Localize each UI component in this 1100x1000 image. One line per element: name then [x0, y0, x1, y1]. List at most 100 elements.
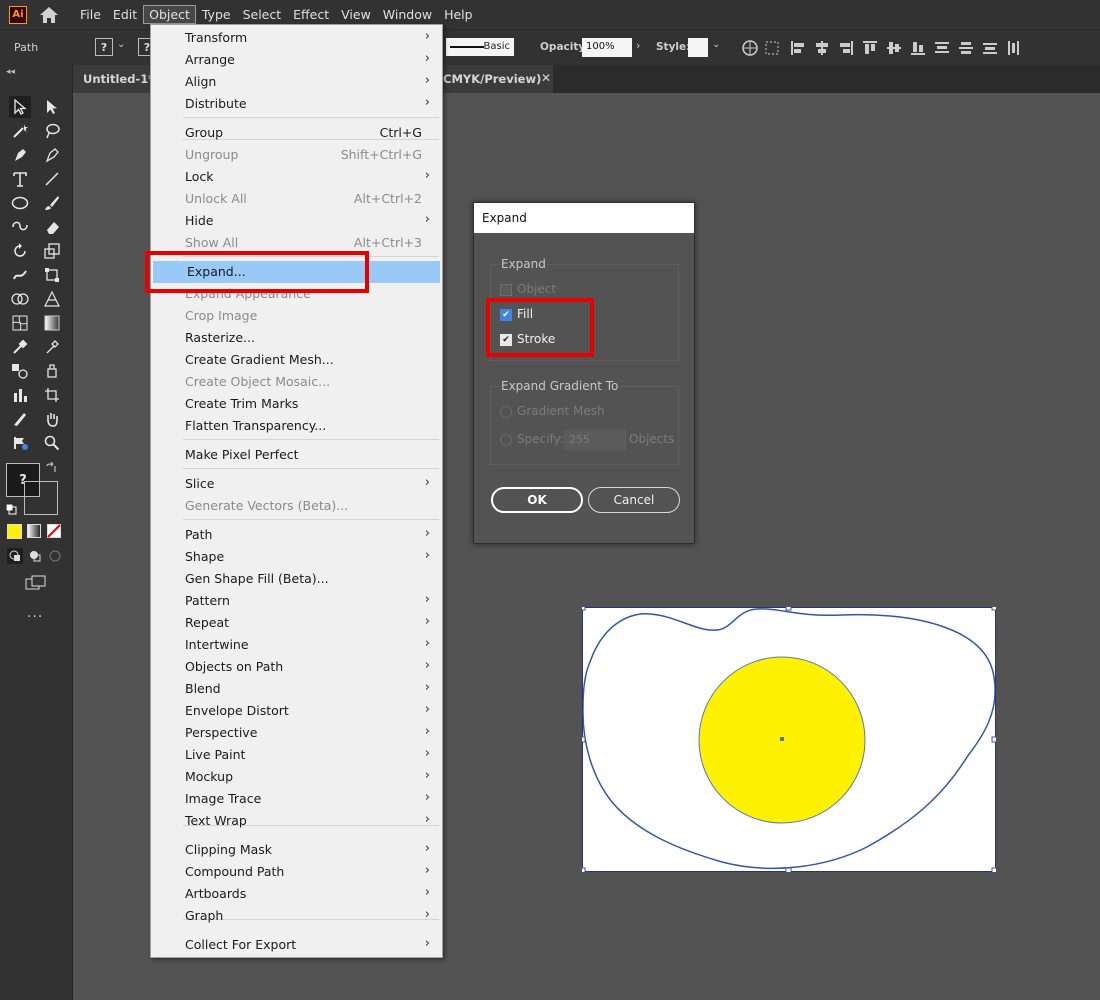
menu-type[interactable]: Type — [196, 5, 237, 24]
close-icon[interactable]: ✕ — [541, 71, 551, 85]
menu-item-compound-path[interactable]: Compound Path › — [151, 861, 442, 883]
menu-item-envelope-distort[interactable]: Envelope Distort › — [151, 700, 442, 722]
menu-file[interactable]: File — [74, 5, 107, 24]
egg-artwork[interactable] — [582, 607, 996, 872]
distribute-left-icon[interactable] — [1004, 38, 1024, 57]
menu-item-make-pixel-perfect[interactable]: Make Pixel Perfect — [151, 444, 442, 466]
menu-item-create-object-mosaic[interactable]: Create Object Mosaic... — [151, 371, 442, 393]
fill-swatch[interactable]: ? — [95, 38, 113, 56]
zoom-tool-icon[interactable] — [41, 432, 63, 454]
align-center-icon[interactable] — [812, 38, 832, 57]
menu-item-ungroup[interactable]: Ungroup Shift+Ctrl+G — [151, 144, 442, 166]
menu-item-create-trim-marks[interactable]: Create Trim Marks — [151, 393, 442, 415]
menu-item-rasterize[interactable]: Rasterize... — [151, 327, 442, 349]
stroke-profile-select[interactable]: Basic — [446, 38, 514, 56]
eyedropper-tool-icon[interactable] — [9, 336, 31, 358]
direct-selection-tool-icon[interactable] — [41, 96, 63, 118]
chevron-down-icon[interactable]: ⌄ — [712, 39, 720, 50]
blend-tool-icon[interactable] — [9, 360, 31, 382]
type-tool-icon[interactable] — [9, 168, 31, 190]
menu-item-group[interactable]: Group Ctrl+G — [151, 122, 442, 144]
menu-select[interactable]: Select — [237, 5, 288, 24]
shape-builder-tool-icon[interactable] — [9, 288, 31, 310]
menu-item-path[interactable]: Path › — [151, 524, 442, 546]
stroke-indicator[interactable] — [24, 481, 58, 515]
selection-handle[interactable] — [582, 867, 586, 872]
menu-object[interactable]: Object — [143, 5, 196, 24]
menu-item-create-gradient-mesh[interactable]: Create Gradient Mesh... — [151, 349, 442, 371]
slice-tool-icon[interactable] — [9, 408, 31, 430]
align-to-icon[interactable] — [764, 38, 784, 57]
more-tools-icon[interactable]: ... — [27, 605, 43, 621]
artboard-tool-icon[interactable] — [41, 384, 63, 406]
specify-radio[interactable] — [500, 434, 512, 446]
curvature-tool-icon[interactable] — [41, 144, 63, 166]
align-left-icon[interactable] — [788, 38, 808, 57]
menu-help[interactable]: Help — [438, 5, 479, 24]
illustrator-logo[interactable]: Ai — [9, 5, 27, 24]
selection-handle[interactable] — [582, 736, 586, 743]
menu-edit[interactable]: Edit — [107, 5, 143, 24]
dialog-title-bar[interactable]: Expand — [474, 203, 694, 233]
menu-item-text-wrap[interactable]: Text Wrap › — [151, 810, 442, 832]
free-transform-tool-icon[interactable] — [41, 264, 63, 286]
menu-item-gen-shape-fill-beta[interactable]: Gen Shape Fill (Beta)... — [151, 568, 442, 590]
draw-behind-icon[interactable] — [26, 547, 44, 565]
menu-item-clipping-mask[interactable]: Clipping Mask › — [151, 839, 442, 861]
menu-item-align[interactable]: Align › — [151, 71, 442, 93]
selection-handle[interactable] — [582, 607, 586, 611]
menu-item-transform[interactable]: Transform › — [151, 27, 442, 49]
column-graph-tool-icon[interactable] — [9, 384, 31, 406]
pen-tool-icon[interactable] — [9, 144, 31, 166]
menu-item-unlock-all[interactable]: Unlock All Alt+Ctrl+2 — [151, 188, 442, 210]
home-icon[interactable] — [38, 4, 60, 26]
menu-item-flatten-transparency[interactable]: Flatten Transparency... — [151, 415, 442, 437]
menu-item-graph[interactable]: Graph › — [151, 905, 442, 927]
ok-button[interactable]: OK — [491, 487, 583, 513]
menu-item-live-paint[interactable]: Live Paint › — [151, 744, 442, 766]
shaper-tool-icon[interactable] — [9, 216, 31, 238]
selection-handle[interactable] — [991, 867, 996, 872]
hand-tool-icon[interactable] — [41, 408, 63, 430]
selection-handle[interactable] — [991, 607, 996, 611]
default-colors-icon[interactable] — [4, 502, 18, 516]
selection-handle[interactable] — [991, 736, 996, 743]
warp-tool-icon[interactable] — [9, 264, 31, 286]
menu-view[interactable]: View — [335, 5, 377, 24]
menu-item-hide[interactable]: Hide › — [151, 210, 442, 232]
chevron-right-icon[interactable]: › — [636, 39, 640, 52]
draw-normal-icon[interactable] — [6, 547, 24, 565]
eraser-tool-icon[interactable] — [41, 216, 63, 238]
gradient-tool-icon[interactable] — [41, 312, 63, 334]
distribute-middle-icon[interactable] — [956, 38, 976, 57]
lasso-tool-icon[interactable] — [41, 120, 63, 142]
menu-item-pattern[interactable]: Pattern › — [151, 590, 442, 612]
recolor-icon[interactable] — [740, 38, 760, 57]
chevron-down-icon[interactable]: ⌄ — [117, 39, 125, 50]
menu-item-generate-vectors-beta[interactable]: Generate Vectors (Beta)... — [151, 495, 442, 517]
perspective-grid-tool-icon[interactable] — [41, 288, 63, 310]
menu-item-artboards[interactable]: Artboards › — [151, 883, 442, 905]
menu-item-perspective[interactable]: Perspective › — [151, 722, 442, 744]
color-mode-icon[interactable] — [6, 523, 22, 539]
align-middle-icon[interactable] — [884, 38, 904, 57]
menu-window[interactable]: Window — [377, 5, 438, 24]
style-swatch[interactable] — [688, 38, 708, 57]
ellipse-tool-icon[interactable] — [9, 192, 31, 214]
measure-tool-icon[interactable] — [41, 336, 63, 358]
live-paint-tool-icon[interactable] — [41, 360, 63, 382]
opacity-input[interactable]: 100% — [582, 38, 632, 57]
rotate-tool-icon[interactable] — [9, 240, 31, 262]
draw-inside-icon[interactable] — [46, 547, 64, 565]
gradient-mode-icon[interactable] — [26, 523, 42, 539]
none-mode-icon[interactable] — [46, 523, 62, 539]
menu-item-slice[interactable]: Slice › — [151, 473, 442, 495]
menu-item-objects-on-path[interactable]: Objects on Path › — [151, 656, 442, 678]
screen-mode-icon[interactable] — [24, 573, 48, 593]
object-checkbox[interactable] — [500, 284, 512, 296]
specify-objects-input[interactable]: 255 — [564, 430, 626, 450]
menu-item-shape[interactable]: Shape › — [151, 546, 442, 568]
selection-tool-icon[interactable] — [9, 96, 31, 118]
menu-item-repeat[interactable]: Repeat › — [151, 612, 442, 634]
line-tool-icon[interactable] — [41, 168, 63, 190]
